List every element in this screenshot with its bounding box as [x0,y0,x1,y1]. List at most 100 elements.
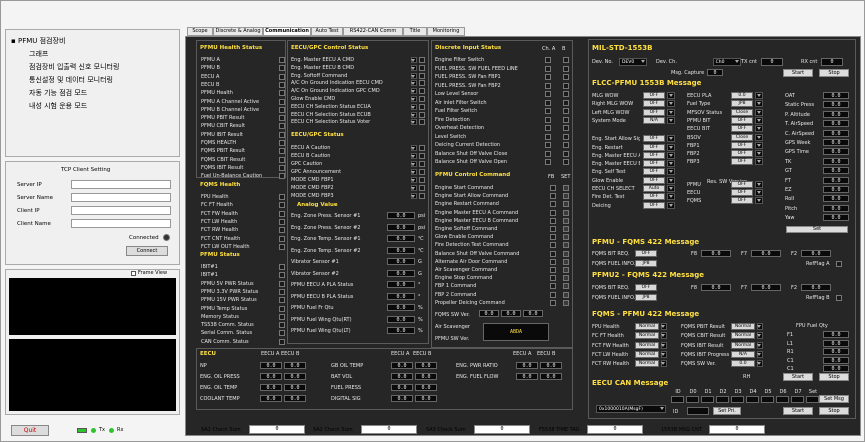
fqms-pfmu-mid-select[interactable] [757,341,763,349]
tab-discrete-analog[interactable]: Discrete & Analog [213,27,263,36]
can-cell[interactable] [731,396,744,403]
tab-title[interactable]: Title [403,27,427,36]
client-ip-input[interactable] [71,206,171,215]
flcc-mid-select[interactable] [755,197,763,205]
flcc-mid-select[interactable] [755,158,763,166]
pfmu-control-set-toggle[interactable] [563,209,569,216]
tree-item-auto-test[interactable]: 자동 기능 점검 모드 [29,88,87,98]
eecu_gpc-select[interactable] [411,57,417,63]
pfmu-control-set-toggle[interactable] [563,226,569,232]
eecu-can-stop-button[interactable]: Stop [819,407,849,415]
can-cell[interactable] [716,396,729,403]
flcc-left-select[interactable] [667,160,675,168]
can-cell[interactable] [686,396,699,403]
pfmu-control-set-toggle[interactable] [563,193,569,200]
can-cell[interactable] [791,396,804,403]
fqms-pfmu-start-button[interactable]: Start [783,373,813,381]
eecu_gpc_status-select[interactable] [411,177,417,183]
flcc-left-value[interactable]: Auto [643,185,665,192]
eecu-can-set-msg-button[interactable]: Set Msg [819,395,849,403]
quit-button[interactable]: Quit [11,425,49,436]
eecu_gpc-select[interactable] [411,103,417,110]
tab-communication[interactable]: Communication [263,27,311,36]
server-ip-input[interactable] [71,180,171,189]
server-name-input[interactable] [71,193,171,202]
eecu_gpc-select[interactable] [411,88,417,95]
flcc-left-select[interactable] [667,193,675,201]
eecu_gpc-select[interactable] [411,111,417,118]
flcc-mid-select[interactable] [755,108,763,116]
frame-view-checkbox[interactable] [131,271,136,276]
flcc-left-value[interactable]: OFF [643,176,665,184]
mil1553-start-button[interactable]: Start [783,69,813,77]
eecu-can-message-select[interactable]: 0x1000010A(MsgF) [596,405,666,413]
client-name-input[interactable] [71,219,171,228]
can-cell[interactable] [761,396,774,403]
eecu_gpc_status-select[interactable] [411,193,417,199]
tree-item-comm-monitor[interactable]: 통신설정 및 데이터 모니터링 [29,75,113,85]
can-cell[interactable] [776,396,789,403]
eecu_gpc-select[interactable] [411,64,417,71]
fqms-pfmu-left-select[interactable] [661,360,667,368]
pfmu-control-set-toggle[interactable] [563,299,569,306]
fqms-pfmu-left-select[interactable] [661,332,667,340]
fqms-pfmu-mid-select[interactable] [757,360,763,368]
flcc-left-select[interactable] [667,176,675,184]
tree-root[interactable]: ▪ PFMU 점검장비 [11,36,65,46]
flcc-mid-select[interactable] [755,180,763,188]
tab-scope[interactable]: Scope [187,27,213,36]
flcc-mid-value[interactable]: OFF [731,125,753,133]
fqms-pfmu-stop-button[interactable]: Stop [819,373,849,381]
flcc-mid-select[interactable] [755,125,763,133]
flcc-mid-value[interactable]: OFF [731,180,753,188]
eecu_gpc_status-select[interactable] [411,145,417,151]
pfmu-control-set-toggle[interactable] [563,258,569,265]
pfmu-control-set-toggle[interactable] [563,185,569,191]
eecu_gpc-select[interactable] [411,72,417,79]
fqms-pfmu-mid-select[interactable] [757,332,763,340]
flcc-left-value[interactable]: OFF [643,160,665,168]
pfmu-control-set-toggle[interactable] [563,291,569,298]
flcc-mid-select[interactable] [755,100,763,108]
flcc-mid-value[interactable]: OFF [731,116,753,124]
flcc-mid-select[interactable] [755,133,763,141]
flcc-left-select[interactable] [667,135,675,143]
can-cell[interactable] [746,396,759,403]
pfmu_fqms-row-value[interactable]: OFF [635,250,657,257]
flcc-mid-select[interactable] [755,150,763,158]
dev-no-select[interactable]: DEV0 [619,58,647,66]
tab-auto-test[interactable]: Auto Test [311,27,343,36]
flcc-mid-select[interactable] [755,92,763,99]
eecu-can-set-prio-button[interactable]: Set Pri. [713,407,741,415]
flcc-left-value[interactable]: OFF [643,201,665,209]
flcc-left-value[interactable]: OFF [643,193,665,201]
pfmu-control-set-toggle[interactable] [563,250,569,257]
flcc-left-select[interactable] [667,92,675,99]
can-cell[interactable] [671,396,684,403]
flcc-left-select[interactable] [667,100,675,108]
flcc-mid-select[interactable] [755,189,763,196]
flcc-mid-value[interactable]: OFF [731,189,753,196]
pfmu-control-set-toggle[interactable] [563,201,569,208]
flcc-left-select[interactable] [667,168,675,176]
pfmu_fqms-row-value[interactable]: JP8 [635,260,657,267]
flcc-mid-value[interactable]: Close [731,133,753,141]
pfmu-control-set-toggle[interactable] [563,275,569,282]
flcc-left-select[interactable] [667,143,675,151]
eecu_gpc-select[interactable] [411,96,417,102]
flcc-left-value[interactable]: OFF [643,143,665,151]
pfmu-control-set-toggle[interactable] [563,234,569,241]
pfmu-control-set-toggle[interactable] [563,242,569,249]
flcc-left-value[interactable]: N/A [643,116,665,124]
eecu_gpc-select[interactable] [411,80,417,87]
collapse-icon[interactable]: ▪ [11,37,16,45]
flcc-mid-value[interactable]: 0.0 [731,92,753,99]
fqms-pfmu-mid-select[interactable] [757,350,763,358]
flcc-left-select[interactable] [667,116,675,124]
flcc-left-value[interactable]: OFF [643,92,665,99]
pfmu-control-set-toggle[interactable] [563,217,569,224]
flcc-left-value[interactable]: OFF [643,168,665,176]
flcc-mid-value[interactable]: JP8 [731,100,753,108]
eecu_gpc_status-select[interactable] [411,161,417,167]
pfmu-control-set-toggle[interactable] [563,267,569,273]
